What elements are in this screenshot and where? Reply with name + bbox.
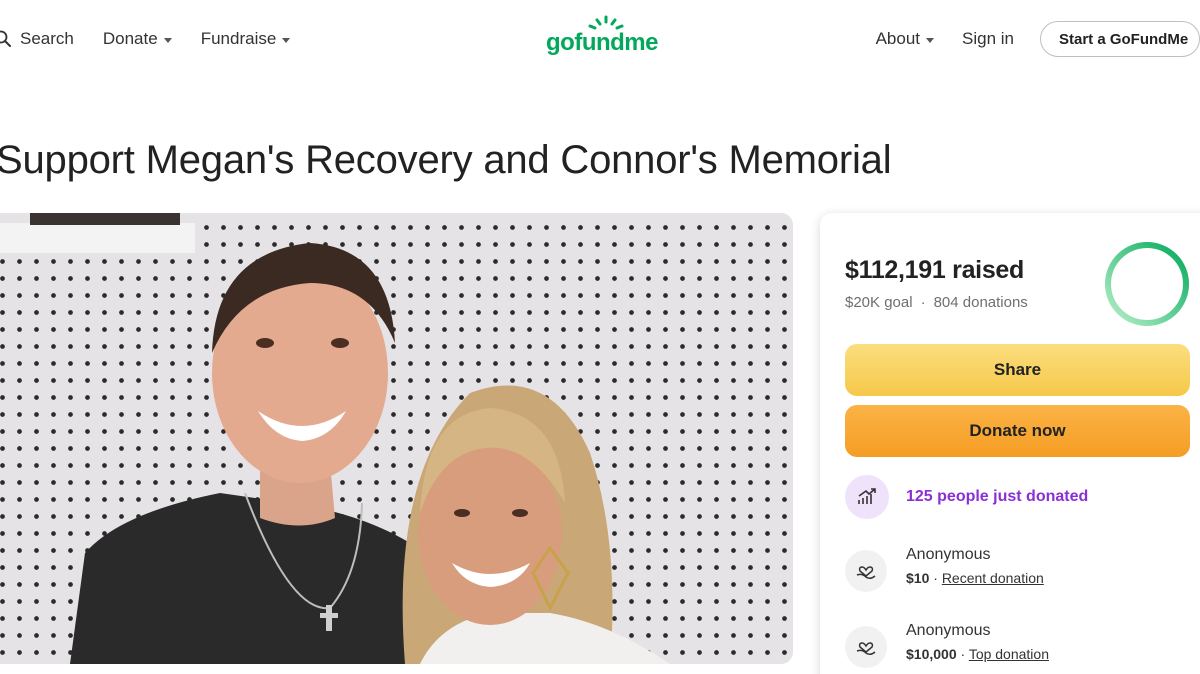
heart-hand-icon [845,550,887,592]
woman-eye-left [454,509,470,517]
donate-now-button[interactable]: Donate now [845,405,1190,457]
donor-meta: $10 · Recent donation [906,570,1044,586]
progress-ring-fill [1105,242,1189,326]
primary-nav: Search Donate Fundraise [0,27,291,51]
donor-amount: $10,000 [906,646,957,662]
campaign-photo[interactable] [0,213,793,664]
donate-menu[interactable]: Donate [103,29,172,49]
progress-ring [1105,242,1189,326]
secondary-nav: About Sign in Start a GoFundMe [876,21,1200,57]
woman-eye-right [512,509,528,517]
amount-raised: $112,191 raised [845,256,1024,284]
caret-down-icon [926,37,935,43]
cross-pendant-bar [320,613,338,618]
donor-info: Anonymous $10,000 · Top donation [906,622,1049,662]
share-button-label: Share [993,360,1042,379]
logo-text: gofundme [546,29,658,56]
caret-down-icon [163,37,172,43]
man-shirt [70,493,430,664]
donate-now-label: Donate now [969,421,1066,440]
trending-up-icon [845,475,889,519]
start-gofundme-label: Start a GoFundMe [1059,30,1189,48]
donor-amount: $10 [906,570,930,586]
goal-summary: $20K goal · 804 donations [845,294,1028,311]
photo-illustration [0,213,670,664]
caret-down-icon [282,37,291,43]
donor-info: Anonymous $10 · Recent donation [906,546,1044,586]
donor-item: Anonymous $10 · Recent donation [845,546,1044,592]
share-button[interactable]: Share [845,344,1190,396]
search-link[interactable]: Search [0,29,74,49]
start-gofundme-button[interactable]: Start a GoFundMe [1040,21,1200,57]
donation-count: 804 donations [933,294,1028,311]
goal-amount: $20K goal [845,294,913,311]
site-header: Search Donate Fundraise gofundme About S… [0,0,1200,78]
recent-donation-link[interactable]: Recent donation [942,570,1044,586]
donate-menu-label: Donate [102,29,158,48]
donor-separator: · [956,646,969,662]
goal-separator: · [920,294,926,311]
shelf [0,223,195,253]
gofundme-logo[interactable]: gofundme [546,15,664,63]
man-eye-left [256,338,274,348]
sign-in-link[interactable]: Sign in [962,29,1014,49]
donor-name: Anonymous [906,622,991,639]
about-menu-label: About [875,29,921,48]
recent-activity-text: 125 people just donated [906,488,1089,505]
man-eye-right [331,338,349,348]
fundraise-menu[interactable]: Fundraise [201,29,291,49]
about-menu[interactable]: About [875,29,935,49]
donor-name: Anonymous [906,546,991,563]
top-donation-link[interactable]: Top donation [969,646,1049,662]
search-label: Search [20,29,74,48]
sign-in-label: Sign in [962,29,1014,48]
donor-meta: $10,000 · Top donation [906,646,1049,662]
donor-item: Anonymous $10,000 · Top donation [845,622,1049,668]
fundraise-menu-label: Fundraise [200,29,277,48]
heart-hand-icon [845,626,887,668]
donation-card: $112,191 raised $20K goal · 804 donations … [820,213,1200,674]
campaign-title: Support Megan's Recovery and Connor's Me… [0,138,892,182]
donor-separator: · [929,570,942,586]
search-icon [0,30,11,47]
shelf-object [30,213,180,225]
recent-activity: 125 people just donated [845,475,1088,519]
